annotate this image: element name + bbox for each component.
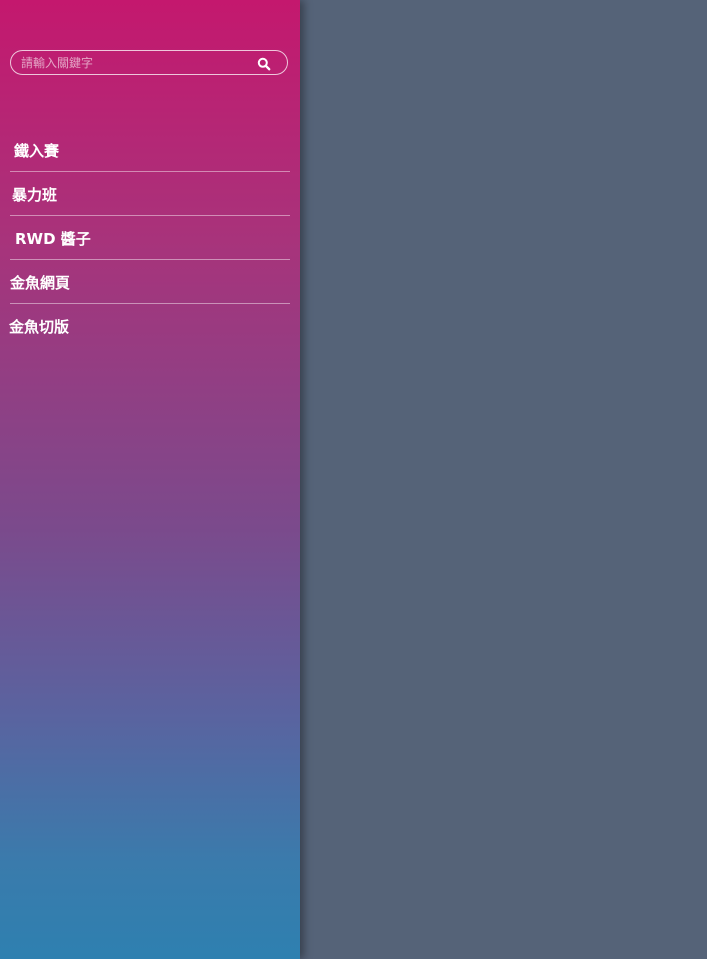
nav-item-0[interactable]: 鐵入賽 — [10, 128, 290, 172]
nav-menu: 鐵入賽 暴力班 RWD 醬子 金魚網頁 金魚切版 — [0, 128, 300, 347]
search-box — [10, 50, 288, 75]
nav-item-1[interactable]: 暴力班 — [10, 172, 290, 216]
search-icon[interactable] — [257, 56, 271, 71]
nav-item-label: 暴力班 — [12, 186, 58, 204]
search-input[interactable] — [21, 53, 241, 73]
nav-item-label: 鐵入賽 — [14, 142, 60, 160]
sidebar: 鐵入賽 暴力班 RWD 醬子 金魚網頁 金魚切版 — [0, 0, 300, 959]
nav-item-4[interactable]: 金魚切版 — [9, 304, 290, 347]
nav-item-label: 金魚切版 — [9, 318, 70, 336]
nav-item-label: RWD 醬子 — [15, 230, 91, 248]
nav-item-label: 金魚網頁 — [10, 274, 71, 292]
nav-item-2[interactable]: RWD 醬子 — [10, 216, 290, 260]
nav-item-3[interactable]: 金魚網頁 — [10, 260, 290, 304]
main-content — [300, 0, 707, 959]
